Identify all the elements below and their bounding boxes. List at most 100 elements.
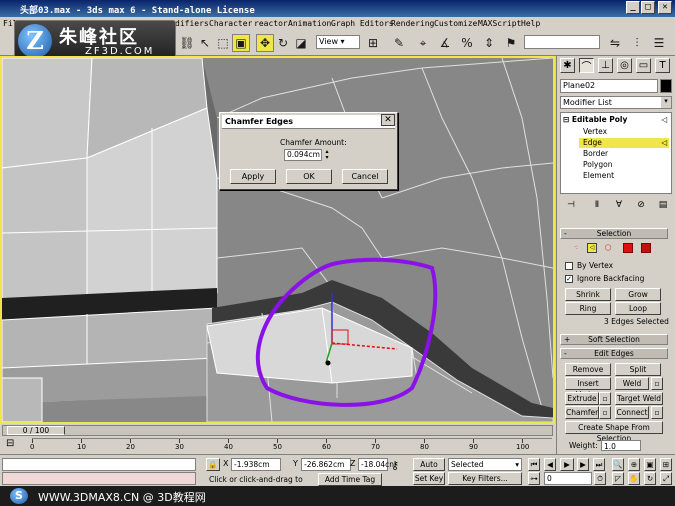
stack-item-element[interactable]: Element <box>583 171 669 181</box>
zoom-extents-icon[interactable]: ▣ <box>644 458 656 471</box>
maximize-button[interactable]: □ <box>641 1 655 14</box>
layer-manager-icon[interactable]: ☰ <box>650 34 668 52</box>
auto-key-button[interactable]: Auto Key <box>413 458 445 480</box>
extrude-button[interactable]: Extrude <box>565 392 599 405</box>
reference-coordinate-select[interactable]: View ▾ <box>316 35 360 49</box>
time-slider-thumb[interactable]: 0 / 100 <box>7 426 65 435</box>
stack-item-border[interactable]: Border <box>583 149 669 159</box>
object-color-swatch[interactable] <box>660 79 672 93</box>
menu-graph-editors[interactable]: Graph Editors <box>331 19 394 28</box>
weld-button[interactable]: Weld <box>615 377 649 390</box>
mirror-icon[interactable]: ⇋ <box>606 34 624 52</box>
stack-item-edge[interactable]: Edge ◁ <box>579 138 669 148</box>
track-bar[interactable]: 0 10 20 30 40 50 60 70 80 90 100 <box>30 438 552 452</box>
time-configuration-icon[interactable]: ⏱ <box>594 472 606 485</box>
field-of-view-icon[interactable]: ◸ <box>612 472 624 485</box>
manipulate-icon[interactable]: ✎ <box>390 34 408 52</box>
connect-settings-icon[interactable]: ▫ <box>651 406 663 419</box>
zoom-extents-all-icon[interactable]: ⊞ <box>660 458 672 471</box>
angle-snap-icon[interactable]: ∡ <box>436 34 454 52</box>
y-coordinate-field[interactable]: -26.862cm <box>301 458 351 471</box>
minimize-button[interactable]: _ <box>626 1 640 14</box>
previous-frame-icon[interactable]: ◀ <box>544 458 556 471</box>
selection-lock-icon[interactable]: 🔒 <box>206 458 220 471</box>
menu-character[interactable]: Character <box>209 19 252 28</box>
pan-icon[interactable]: ✋ <box>628 472 640 485</box>
z-coordinate-field[interactable]: -18.04cn <box>358 458 394 471</box>
soft-selection-rollout-header[interactable]: + Soft Selection <box>560 334 668 345</box>
named-selection-set-select[interactable] <box>524 35 600 49</box>
loop-button[interactable]: Loop <box>615 302 661 315</box>
utilities-tab-icon[interactable]: T <box>655 58 670 73</box>
track-bar-toggle-icon[interactable]: ⊟ <box>6 438 14 449</box>
extrude-settings-icon[interactable]: ▫ <box>599 392 611 405</box>
weld-settings-icon[interactable]: ▫ <box>651 377 663 390</box>
remove-modifier-icon[interactable]: ⊘ <box>634 198 648 212</box>
select-link-icon[interactable]: ⛓ <box>178 34 196 52</box>
percent-snap-icon[interactable]: % <box>458 34 476 52</box>
zoom-all-icon[interactable]: ⊕ <box>628 458 640 471</box>
select-object-icon[interactable]: ▣ <box>232 34 250 52</box>
menu-help[interactable]: Help <box>521 19 540 28</box>
key-filters-button[interactable]: Key Filters... <box>448 472 522 485</box>
modify-tab-icon[interactable]: ⌒ <box>579 58 594 73</box>
stack-item-polygon[interactable]: Polygon <box>583 160 669 170</box>
select-region-icon[interactable]: ⬚ <box>214 34 232 52</box>
set-key-button[interactable]: Set Key <box>413 472 445 485</box>
scale-icon[interactable]: ◪ <box>292 34 310 52</box>
align-icon[interactable]: ⫶ <box>628 34 646 52</box>
zoom-icon[interactable]: 🔍 <box>612 458 624 471</box>
connect-button[interactable]: Connect <box>615 406 649 419</box>
menu-customize[interactable]: Customize <box>434 19 477 28</box>
remove-button[interactable]: Remove <box>565 363 611 376</box>
grow-button[interactable]: Grow <box>615 288 661 301</box>
arc-rotate-icon[interactable]: ↻ <box>644 472 656 485</box>
create-tab-icon[interactable]: ✱ <box>560 58 575 73</box>
close-button[interactable]: ✕ <box>658 1 672 14</box>
by-vertex-checkbox[interactable] <box>565 262 573 270</box>
border-mode-icon[interactable]: ◯ <box>603 243 613 253</box>
named-selection-icon[interactable]: ⚑ <box>502 34 520 52</box>
show-end-result-icon[interactable]: Ⅱ <box>590 198 604 212</box>
next-frame-icon[interactable]: ▶ <box>577 458 589 471</box>
menu-modifiers[interactable]: difiers <box>175 19 209 28</box>
hierarchy-tab-icon[interactable]: ⊥ <box>598 58 613 73</box>
edge-mode-icon[interactable]: ◁ <box>587 243 597 253</box>
shrink-button[interactable]: Shrink <box>565 288 611 301</box>
vertex-mode-icon[interactable]: ·: <box>571 243 581 253</box>
maxscript-listener-field[interactable] <box>2 458 196 471</box>
element-mode-icon[interactable] <box>641 243 651 253</box>
weight-field[interactable]: 1.0 <box>601 440 641 451</box>
menu-maxscript[interactable]: MAXScript <box>478 19 521 28</box>
pin-stack-icon[interactable]: ⊣ <box>564 198 578 212</box>
ok-button[interactable]: OK <box>286 169 332 184</box>
stack-item-editable-poly[interactable]: ⊟ Editable Poly ◁ <box>563 115 669 125</box>
object-name-field[interactable]: Plane02 <box>560 79 658 93</box>
current-frame-field[interactable]: 0 <box>544 472 592 485</box>
make-unique-icon[interactable]: ∀ <box>612 198 626 212</box>
motion-tab-icon[interactable]: ◎ <box>617 58 632 73</box>
x-coordinate-field[interactable]: -1.938cm <box>231 458 281 471</box>
ignore-backfacing-checkbox[interactable]: ✓ <box>565 275 573 283</box>
insert-vertex-button[interactable]: Insert Vertex <box>565 377 611 399</box>
stack-item-vertex[interactable]: Vertex <box>583 127 669 137</box>
key-mode-toggle-icon[interactable]: ⊶ <box>528 472 540 485</box>
time-slider[interactable]: 0 / 100 <box>2 425 553 436</box>
dialog-close-button[interactable]: ✕ <box>381 114 395 126</box>
go-to-end-icon[interactable]: ⏭ <box>593 458 605 471</box>
edit-edges-rollout-header[interactable]: - Edit Edges <box>560 348 668 359</box>
key-mode-select[interactable]: Selected ▾ <box>448 458 522 471</box>
menu-rendering[interactable]: Rendering <box>391 19 434 28</box>
go-to-start-icon[interactable]: ⏮ <box>528 458 540 471</box>
chamfer-settings-icon[interactable]: ▫ <box>599 406 611 419</box>
rotate-icon[interactable]: ↻ <box>274 34 292 52</box>
ring-button[interactable]: Ring <box>565 302 611 315</box>
configure-modifier-sets-icon[interactable]: ▤ <box>656 198 670 212</box>
display-tab-icon[interactable]: ▭ <box>636 58 651 73</box>
move-icon[interactable]: ✥ <box>256 34 274 52</box>
chamfer-button[interactable]: Chamfer <box>565 406 599 419</box>
chamfer-amount-spinner[interactable]: ▴ ▾ <box>323 149 331 161</box>
maxscript-output-field[interactable] <box>2 472 196 485</box>
spinner-snap-icon[interactable]: ⇕ <box>480 34 498 52</box>
select-icon[interactable]: ↖ <box>196 34 214 52</box>
